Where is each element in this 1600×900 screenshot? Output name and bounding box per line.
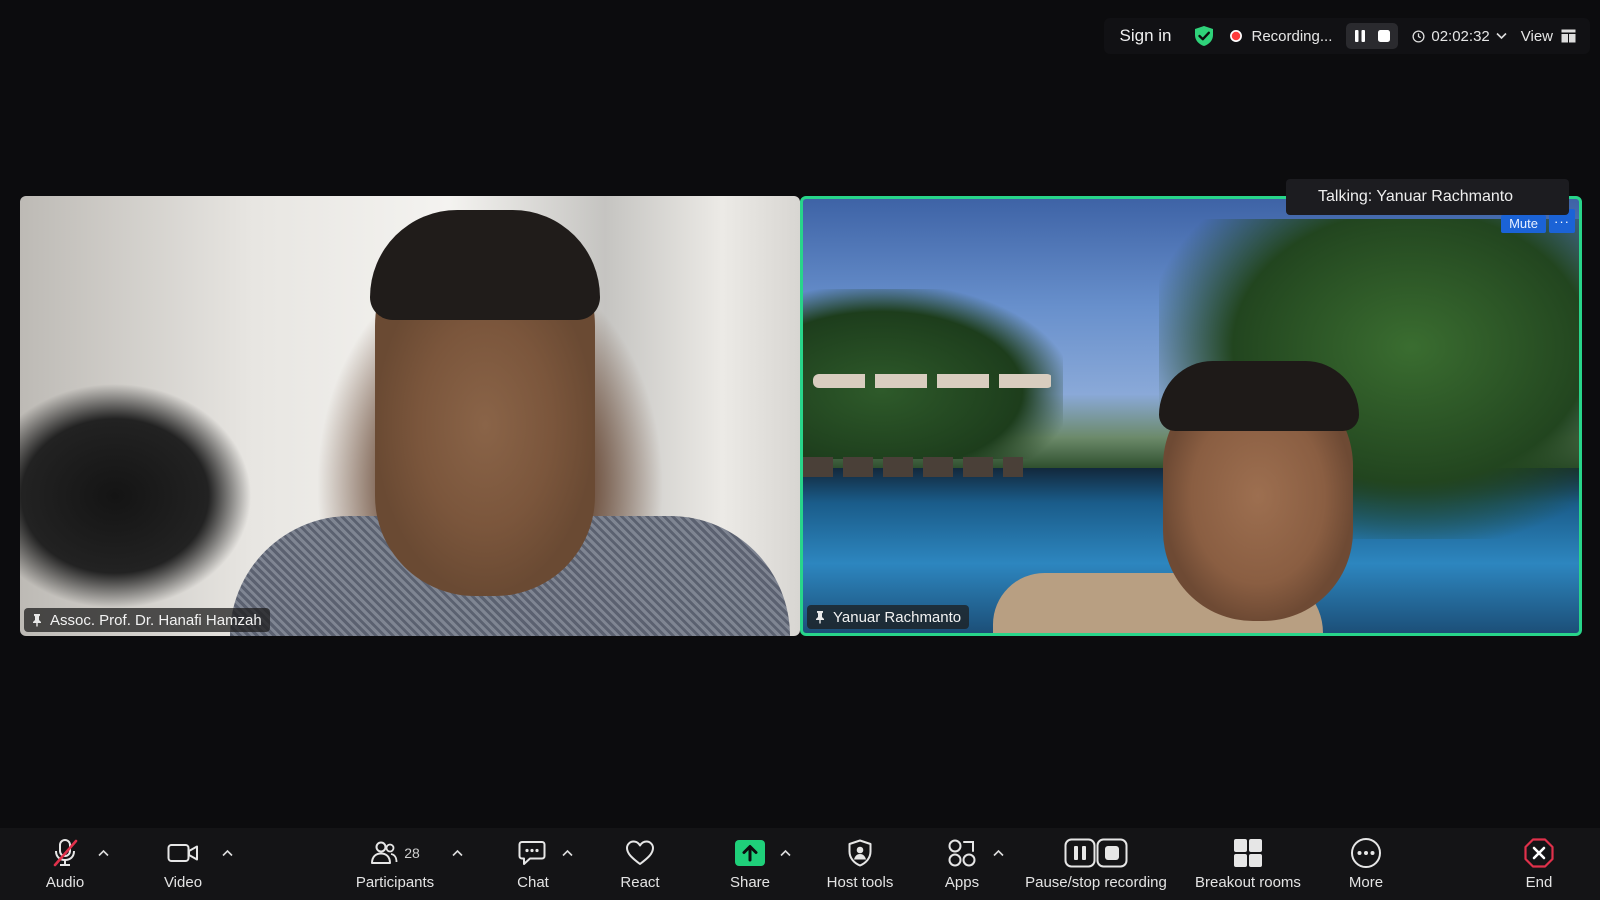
apps-label: Apps — [944, 873, 980, 891]
share-options-caret-icon[interactable] — [780, 846, 791, 860]
timer-value: 02:02:32 — [1431, 27, 1490, 45]
react-label: React — [620, 873, 660, 891]
video-feed-hair — [370, 210, 600, 320]
view-label: View — [1520, 27, 1553, 45]
apps-options-caret-icon[interactable] — [993, 846, 1004, 860]
audio-button[interactable]: Audio — [38, 828, 92, 900]
encryption-shield-icon[interactable] — [1193, 25, 1215, 47]
breakout-rooms-label: Breakout rooms — [1195, 873, 1301, 891]
virtual-background-umbrellas — [813, 374, 1053, 388]
participants-count: 28 — [404, 844, 420, 861]
share-button[interactable]: Share — [722, 828, 778, 900]
video-feed-hair — [1159, 361, 1359, 431]
video-tile-yanuar[interactable]: Mute ··· Yanuar Rachmanto — [800, 196, 1582, 636]
audio-label: Audio — [45, 873, 85, 891]
end-label: End — [1525, 873, 1553, 891]
mute-participant-button[interactable]: Mute — [1501, 215, 1546, 233]
video-button[interactable]: Video — [156, 828, 210, 900]
chat-options-caret-icon[interactable] — [562, 846, 573, 860]
breakout-rooms-button[interactable]: Breakout rooms — [1190, 828, 1306, 900]
participant-name-tag: Yanuar Rachmanto — [807, 605, 970, 629]
pause-stop-label: Pause/stop recording — [1025, 873, 1167, 891]
participants-icon — [371, 841, 398, 864]
more-button[interactable]: More — [1338, 828, 1394, 900]
chat-label: Chat — [517, 873, 549, 891]
share-screen-icon — [734, 838, 766, 868]
recording-label: Recording... — [1251, 27, 1333, 45]
participant-name: Yanuar Rachmanto — [833, 608, 962, 626]
recording-controls — [1346, 23, 1399, 49]
participants-button[interactable]: 28 Participants — [350, 828, 440, 900]
more-dots-icon — [1350, 837, 1382, 868]
chat-bubble-icon — [518, 838, 548, 868]
participant-name: Assoc. Prof. Dr. Hanafi Hamzah — [50, 611, 262, 629]
host-tools-button[interactable]: Host tools — [818, 828, 902, 900]
pin-icon — [30, 613, 44, 627]
heart-icon — [625, 838, 655, 868]
react-button[interactable]: React — [612, 828, 668, 900]
apps-button[interactable]: Apps — [934, 828, 990, 900]
view-button[interactable]: View — [1521, 28, 1576, 45]
participants-label: Participants — [355, 873, 435, 891]
grid-view-icon — [1561, 29, 1576, 43]
chevron-down-icon[interactable] — [1496, 29, 1507, 43]
pause-stop-recording-button[interactable]: Pause/stop recording — [1020, 828, 1172, 900]
virtual-background-loungers — [803, 457, 1023, 477]
end-meeting-button[interactable]: End — [1512, 828, 1566, 900]
host-tools-label: Host tools — [826, 873, 894, 891]
stop-recording-button[interactable] — [1374, 26, 1394, 46]
video-tile-hanafi[interactable]: Assoc. Prof. Dr. Hanafi Hamzah — [20, 196, 800, 636]
video-options-caret-icon[interactable] — [222, 846, 233, 860]
video-label: Video — [163, 873, 203, 891]
pin-icon — [813, 610, 827, 624]
recording-status: Recording... — [1229, 28, 1332, 45]
recording-dot-icon — [1230, 30, 1243, 42]
audio-options-caret-icon[interactable] — [98, 846, 109, 860]
more-label: More — [1348, 873, 1384, 891]
apps-icon — [947, 838, 977, 868]
end-call-icon — [1524, 837, 1554, 868]
pause-recording-button[interactable] — [1350, 26, 1370, 46]
top-status-bar: Sign in Recording... 02:02:32 View — [1103, 18, 1590, 54]
meeting-timer[interactable]: 02:02:32 — [1412, 27, 1507, 45]
chat-button[interactable]: Chat — [508, 828, 558, 900]
share-label: Share — [729, 873, 771, 891]
pause-stop-icon — [1064, 838, 1128, 868]
participants-options-caret-icon[interactable] — [452, 846, 463, 860]
host-shield-icon — [847, 838, 873, 868]
participant-name-tag: Assoc. Prof. Dr. Hanafi Hamzah — [24, 608, 270, 632]
meeting-window: Sign in Recording... 02:02:32 View Assoc… — [0, 0, 1600, 900]
sign-in-link[interactable]: Sign in — [1120, 26, 1180, 46]
muted-mic-icon — [51, 838, 79, 868]
clock-icon — [1412, 29, 1425, 43]
participants-icon-group: 28 — [370, 838, 420, 868]
talking-indicator: Talking: Yanuar Rachmanto — [1286, 179, 1569, 215]
video-camera-icon — [167, 838, 199, 868]
breakout-rooms-icon — [1233, 838, 1263, 868]
meeting-toolbar: Audio Video 28 Participants Chat React S… — [0, 828, 1600, 900]
